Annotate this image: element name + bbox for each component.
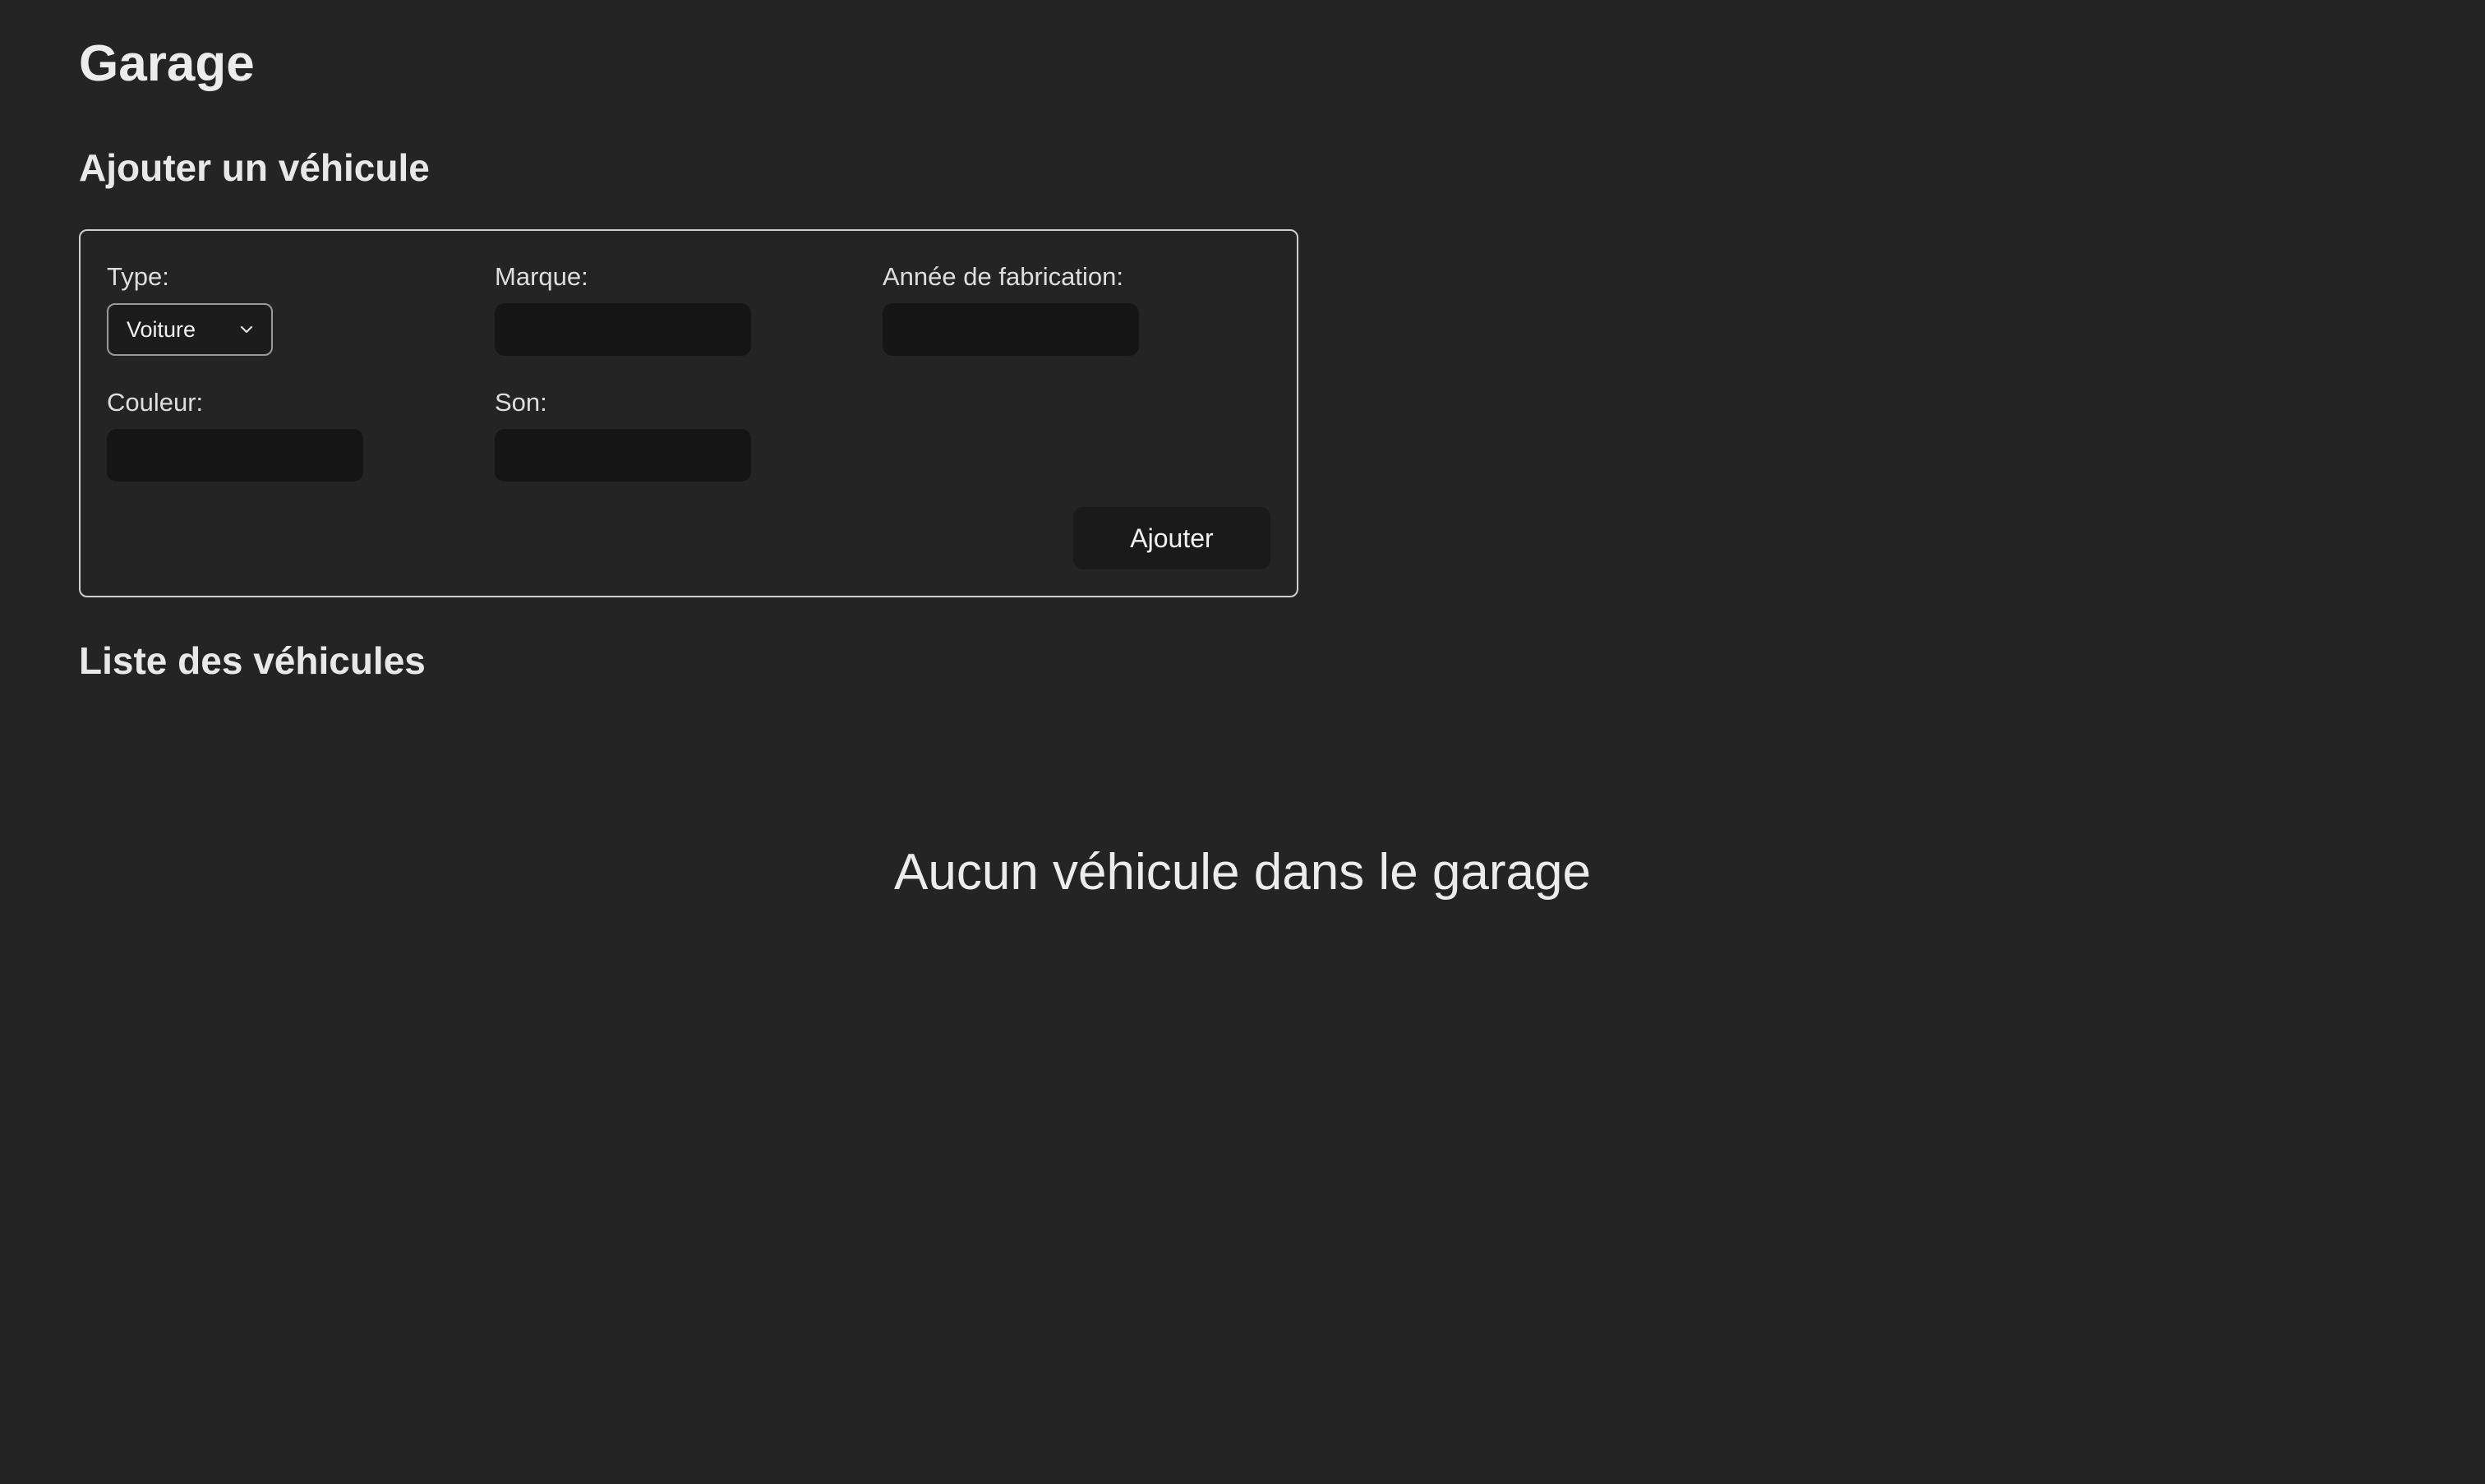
annee-input[interactable] — [883, 303, 1139, 356]
empty-list-message: Aucun véhicule dans le garage — [894, 844, 1591, 901]
marque-label: Marque: — [495, 262, 588, 291]
annee-label: Année de fabrication: — [883, 262, 1123, 291]
chevron-down-icon — [238, 321, 255, 338]
add-vehicle-form: Type: Voiture Marque: Année de fabricati… — [79, 229, 1298, 597]
marque-input[interactable] — [495, 303, 751, 356]
type-label: Type: — [107, 262, 169, 291]
son-input[interactable] — [495, 429, 751, 482]
page-title: Garage — [79, 35, 255, 92]
type-select[interactable]: Voiture — [107, 303, 273, 356]
couleur-label: Couleur: — [107, 388, 204, 417]
vehicle-list-heading: Liste des véhicules — [79, 639, 426, 682]
son-label: Son: — [495, 388, 547, 417]
add-vehicle-heading: Ajouter un véhicule — [79, 146, 430, 189]
couleur-input[interactable] — [107, 429, 363, 482]
add-button[interactable]: Ajouter — [1073, 507, 1270, 569]
type-select-value: Voiture — [127, 316, 196, 342]
